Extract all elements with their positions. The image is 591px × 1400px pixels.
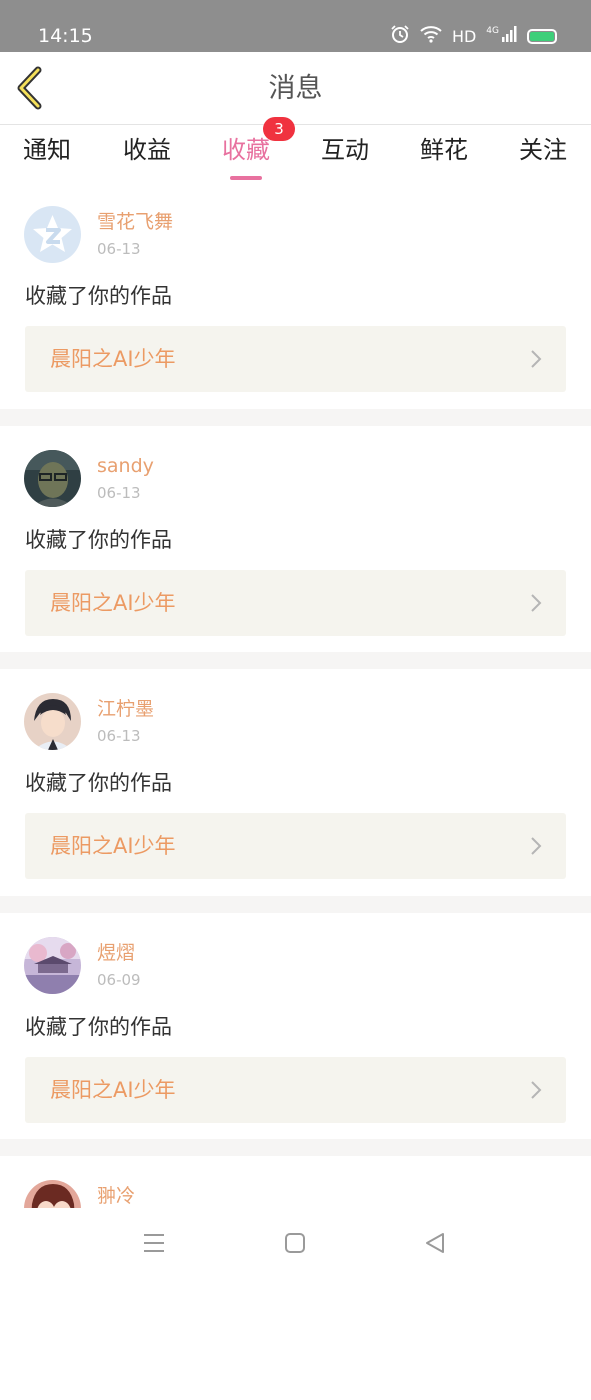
divider — [0, 408, 591, 426]
menu-button[interactable] — [143, 1232, 165, 1258]
signal-icon — [501, 25, 517, 47]
menu-icon — [144, 1234, 164, 1252]
landscape-avatar-icon — [24, 936, 81, 994]
work-link[interactable]: 晨阳之AI少年 — [25, 1056, 566, 1123]
tab-label: 关注 — [519, 136, 567, 164]
user-name[interactable]: sandy — [97, 454, 154, 478]
status-bar: 14:15 HD 4G — [0, 0, 591, 52]
user-photo-icon — [24, 449, 81, 507]
tab-label: 收藏 — [222, 136, 270, 164]
list-item: sandy 06-13 收藏了你的作品 晨阳之AI少年 — [0, 425, 591, 669]
favorites-count-badge: 3 — [263, 117, 295, 141]
tab-notifications[interactable]: 通知 — [0, 132, 97, 168]
tab-earnings[interactable]: 收益 — [97, 132, 197, 168]
message-text: 收藏了你的作品 — [25, 771, 172, 795]
message-date: 06-13 — [97, 483, 141, 502]
active-tab-indicator — [230, 176, 262, 180]
network-label: 4G — [486, 25, 499, 36]
back-triangle-icon — [426, 1233, 444, 1253]
tab-label: 通知 — [23, 136, 71, 164]
avatar[interactable] — [24, 936, 81, 994]
hd-label: HD — [451, 26, 477, 46]
home-button[interactable] — [284, 1232, 306, 1258]
status-time: 14:15 — [38, 25, 93, 47]
avatar[interactable] — [24, 206, 81, 263]
chevron-right-icon — [531, 350, 542, 368]
home-icon — [285, 1233, 305, 1253]
status-icons: HD 4G — [390, 24, 557, 48]
work-title: 晨阳之AI少年 — [50, 1077, 176, 1102]
chevron-right-icon — [531, 1080, 542, 1099]
list-item: 煜熠 06-09 收藏了你的作品 晨阳之AI少年 — [0, 912, 591, 1156]
work-title: 晨阳之AI少年 — [50, 347, 176, 371]
message-text: 收藏了你的作品 — [25, 284, 172, 308]
tab-bar: 通知 收益 收藏 互动 鲜花 关注 — [0, 126, 591, 182]
system-nav-bar — [0, 1208, 591, 1280]
tab-following[interactable]: 关注 — [493, 132, 591, 168]
work-title: 晨阳之AI少年 — [50, 590, 176, 615]
user-name[interactable]: 雪花飞舞 — [97, 210, 173, 234]
page-title: 消息 — [268, 73, 323, 104]
message-date: 06-13 — [97, 240, 141, 258]
tab-flowers[interactable]: 鲜花 — [394, 132, 494, 168]
wifi-icon — [420, 25, 442, 47]
chevron-right-icon — [531, 837, 542, 855]
tab-label: 鲜花 — [420, 136, 468, 164]
user-name[interactable]: 翀冷 — [97, 1184, 135, 1208]
back-nav-button[interactable] — [424, 1232, 446, 1258]
battery-icon — [527, 28, 557, 44]
work-link[interactable]: 晨阳之AI少年 — [25, 813, 566, 879]
tab-label: 收益 — [123, 136, 171, 164]
work-link[interactable]: 晨阳之AI少年 — [25, 569, 566, 636]
avatar[interactable] — [24, 449, 81, 507]
anime-boy-avatar-icon — [24, 693, 81, 750]
tab-label: 互动 — [321, 136, 369, 164]
message-date: 06-09 — [97, 970, 141, 989]
tab-interactions[interactable]: 互动 — [295, 132, 395, 168]
user-name[interactable]: 江柠墨 — [97, 697, 154, 721]
chevron-right-icon — [531, 593, 542, 612]
divider — [0, 895, 591, 913]
user-name[interactable]: 煜熠 — [97, 941, 135, 965]
divider — [0, 652, 591, 669]
divider — [0, 1139, 591, 1156]
avatar[interactable] — [24, 693, 81, 750]
app-header: 消息 — [0, 52, 591, 125]
message-date: 06-13 — [97, 727, 141, 745]
message-text: 收藏了你的作品 — [25, 1014, 172, 1039]
default-avatar-icon — [24, 206, 81, 263]
alarm-icon — [390, 24, 410, 48]
work-link[interactable]: 晨阳之AI少年 — [25, 326, 566, 392]
list-item: 雪花飞舞 06-13 收藏了你的作品 晨阳之AI少年 — [0, 182, 591, 426]
list-item: 江柠墨 06-13 收藏了你的作品 晨阳之AI少年 — [0, 669, 591, 913]
work-title: 晨阳之AI少年 — [50, 834, 176, 858]
message-text: 收藏了你的作品 — [25, 527, 172, 552]
